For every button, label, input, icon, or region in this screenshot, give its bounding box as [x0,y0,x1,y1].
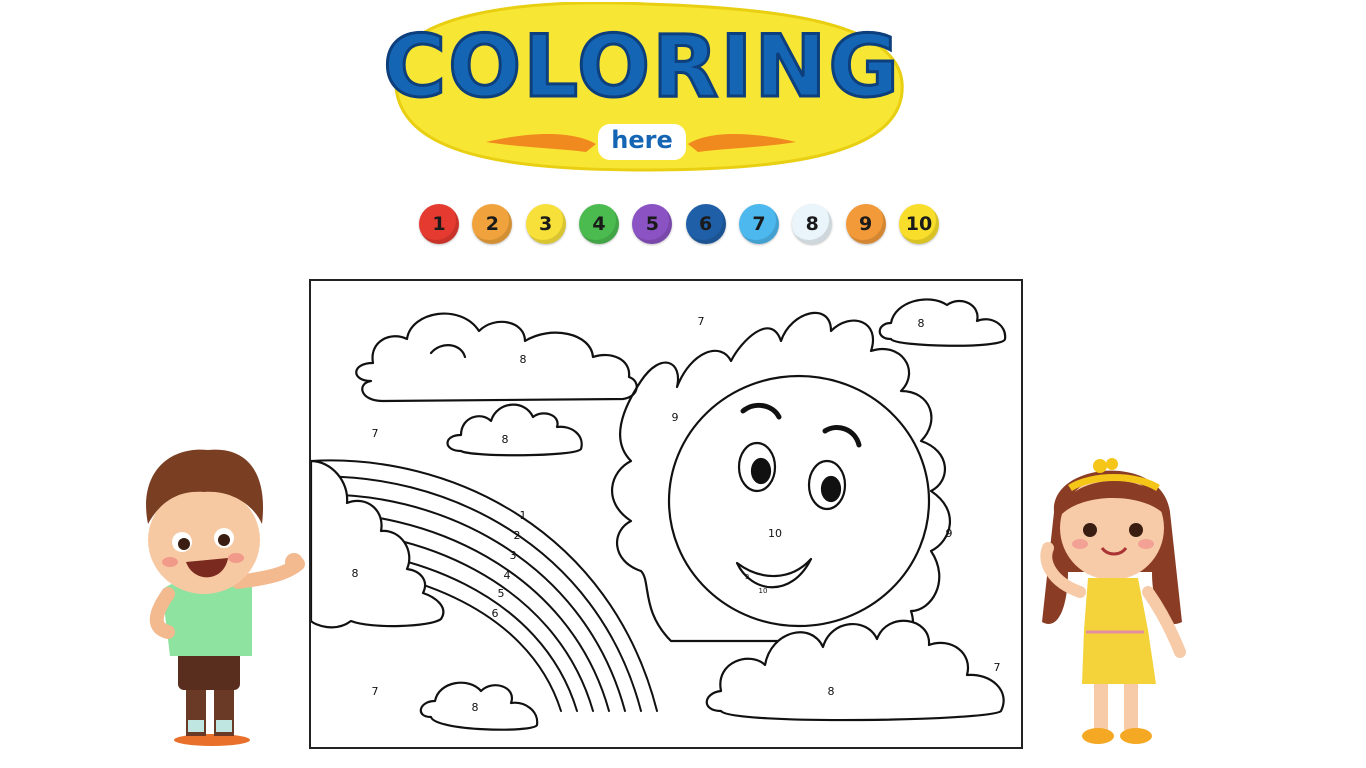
color-swatch-7[interactable]: 7 [738,204,779,244]
cloud-bottom-small [419,681,539,731]
boy-character-icon [128,444,308,750]
logo-subtitle: here [611,126,673,154]
color-swatch-6[interactable]: 6 [685,204,726,244]
color-swatch-4[interactable]: 4 [578,204,619,244]
sun-face [667,374,931,628]
label-cloud-bottom-right: 8 [828,685,835,698]
label-cloud-small-left: 8 [502,433,509,446]
color-swatch-3[interactable]: 3 [525,204,566,244]
color-palette: 1 2 3 4 5 6 7 8 9 10 [419,201,939,247]
coloring-logo: COLORING here [376,2,908,172]
label-band-4: 4 [504,569,511,582]
label-cloud-top-right: 8 [918,317,925,330]
cloud-bottom-right [705,619,1005,722]
cloud-rainbow [311,459,445,629]
label-band-5: 5 [498,587,505,600]
label-cloud-bottom-small: 8 [472,701,479,714]
label-band-6: 6 [492,607,499,620]
label-cloud-rainbow: 8 [352,567,359,580]
color-swatch-9[interactable]: 9 [845,204,886,244]
label-sky-left: 7 [372,427,379,440]
label-band-3: 3 [510,549,517,562]
label-sun-face: 10 [768,527,782,540]
label-band-2: 2 [514,529,521,542]
cloud-top-right [878,298,1007,347]
label-band-1: 1 [520,509,527,522]
coloring-board[interactable]: 7 7 7 7 8 8 8 8 8 8 9 9 10 10 9 1 2 3 4 … [309,279,1023,749]
label-sun-mouth: 10 [759,587,768,595]
label-cloud-top-left: 8 [520,353,527,366]
label-sky-top: 7 [698,315,705,328]
label-sun-rays-right: 9 [946,527,953,540]
color-swatch-1[interactable]: 1 [419,204,459,244]
girl-character-icon [1032,452,1192,752]
color-swatch-5[interactable]: 5 [632,204,673,244]
label-sun-rays-left: 9 [672,411,679,424]
logo-title: COLORING [382,17,901,117]
cloud-small-left [446,403,583,457]
color-swatch-2[interactable]: 2 [472,204,513,244]
color-swatch-8[interactable]: 8 [792,204,833,244]
coloring-picture: 7 7 7 7 8 8 8 8 8 8 9 9 10 10 9 1 2 3 4 … [311,298,1007,731]
cloud-top-left [355,312,638,403]
color-swatch-10[interactable]: 10 [898,204,939,244]
label-sky-bottom-left: 7 [372,685,379,698]
label-sky-right: 7 [994,661,1001,674]
label-tongue: 9 [745,573,749,581]
